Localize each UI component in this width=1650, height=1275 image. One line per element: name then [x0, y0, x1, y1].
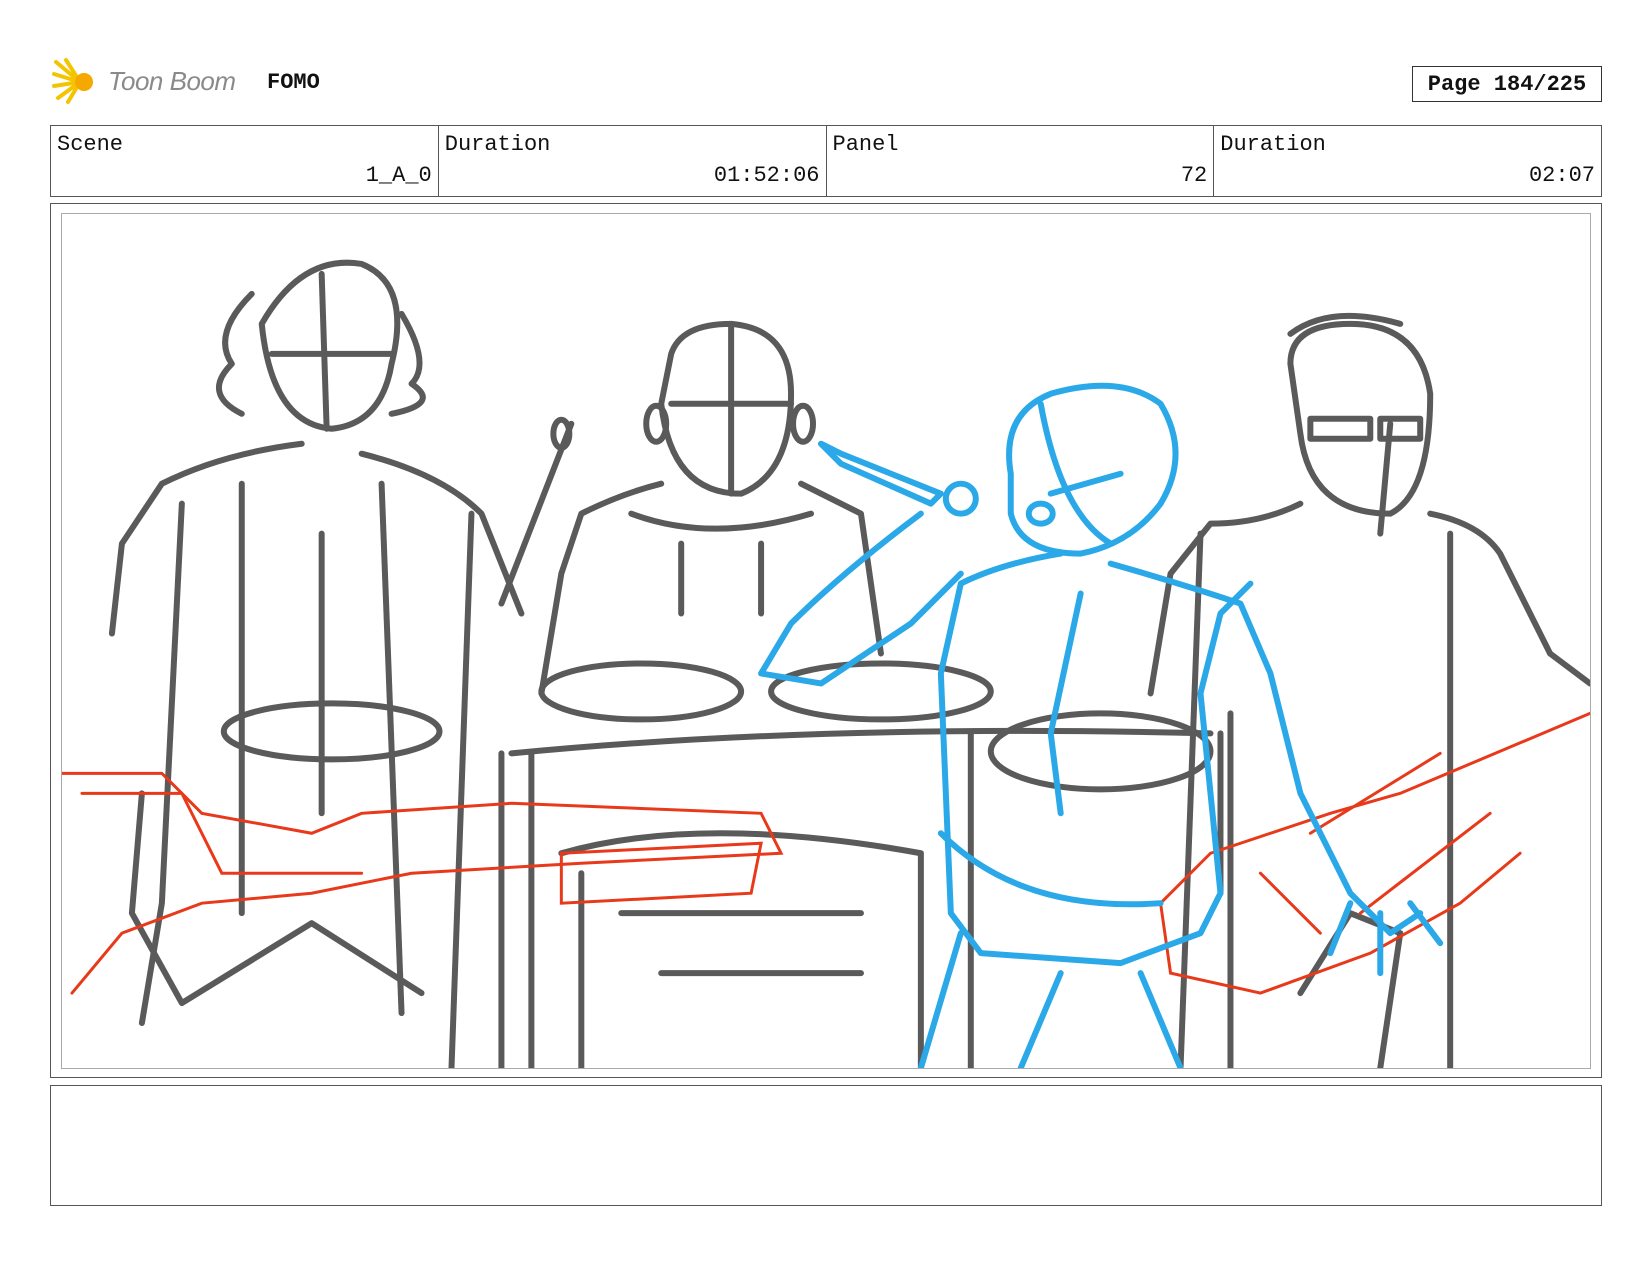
panel-frame — [50, 203, 1602, 1078]
toon-boom-logo: Toon Boom — [52, 56, 252, 106]
scene-value: 1_A_0 — [365, 163, 432, 188]
panel-drawing-area — [61, 213, 1591, 1069]
panel-value: 72 — [1180, 163, 1208, 188]
project-title: FOMO — [267, 70, 320, 95]
panel-info-row: Scene 1_A_0 Duration 01:52:06 Panel 72 D… — [50, 125, 1602, 197]
panel-duration-cell: Duration 02:07 — [1214, 126, 1601, 196]
logo-text: Toon Boom — [108, 66, 236, 96]
scene-cell: Scene 1_A_0 — [51, 126, 439, 196]
panel-label: Panel — [832, 132, 899, 157]
panel-duration-value: 02:07 — [1528, 163, 1595, 188]
starburst-logo-icon — [52, 58, 93, 104]
storyboard-sketch — [62, 259, 1590, 1068]
scene-label: Scene — [57, 132, 124, 157]
page-number: Page 184/225 — [1412, 66, 1602, 102]
scene-duration-value: 01:52:06 — [713, 163, 820, 188]
scene-duration-cell: Duration 01:52:06 — [439, 126, 827, 196]
panel-notes-box — [50, 1085, 1602, 1206]
panel-cell: Panel 72 — [827, 126, 1215, 196]
panel-duration-label: Duration — [1220, 132, 1326, 157]
scene-duration-label: Duration — [444, 132, 551, 157]
